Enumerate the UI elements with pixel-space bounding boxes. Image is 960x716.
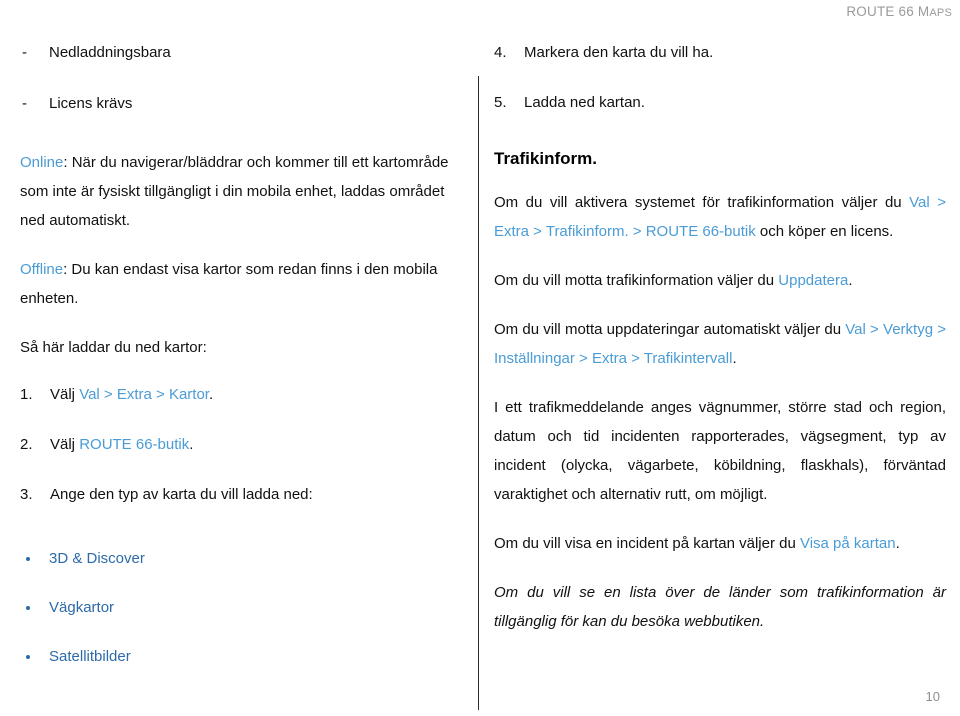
paragraph-suffix: och köper en licens. xyxy=(755,223,894,240)
numbered-list-item: 2. Välj ROUTE 66-butik. xyxy=(20,432,470,458)
section-heading-trafikinform: Trafikinform. xyxy=(494,149,597,168)
paragraph-prefix: Om du vill aktivera systemet för trafiki… xyxy=(494,194,910,211)
bullet-item-vagkartor[interactable]: Vägkartor xyxy=(20,595,470,621)
paragraph-activate-traffic: Om du vill aktivera systemet för trafiki… xyxy=(494,188,946,246)
document-page: ROUTE 66 MAPS - Nedladdningsbara - Licen… xyxy=(0,0,960,716)
paragraph-offline: Offline: Du kan endast visa kartor som r… xyxy=(20,255,470,313)
running-header-maps-initial: M xyxy=(917,4,930,19)
paragraph-show-on-map: Om du vill visa en incident på kartan vä… xyxy=(494,529,946,558)
online-link[interactable]: Online xyxy=(20,154,63,171)
list-item-prefix: Välj xyxy=(50,436,80,453)
list-number: 4. xyxy=(494,44,507,61)
list-number: 1. xyxy=(20,386,33,403)
list-item-prefix: Ange den typ av karta du vill ladda ned: xyxy=(50,486,313,503)
paragraph-prefix: Om du vill visa en incident på kartan vä… xyxy=(494,535,800,552)
running-header: ROUTE 66 MAPS xyxy=(846,4,952,19)
page-number: 10 xyxy=(925,689,940,704)
bullet-item-satellitbilder[interactable]: Satellitbilder xyxy=(20,644,470,670)
list-item-label: Nedladdningsbara xyxy=(49,44,171,61)
paragraph-online: Online: När du navigerar/bläddrar och ko… xyxy=(20,148,470,235)
left-column: - Nedladdningsbara - Licens krävs Online… xyxy=(20,40,470,693)
bullet-item-label: 3D & Discover xyxy=(49,550,145,567)
download-intro: Så här laddar du ned kartor: xyxy=(20,339,207,356)
running-header-maps-rest: APS xyxy=(929,7,952,19)
menu-path-link[interactable]: Val > Extra > Kartor xyxy=(79,386,209,403)
uppdatera-link[interactable]: Uppdatera xyxy=(778,272,848,289)
list-item-label: Markera den karta du vill ha. xyxy=(524,44,714,61)
bullet-dot-icon xyxy=(26,606,30,610)
list-item-suffix: . xyxy=(208,386,214,403)
bullet-item-3d-discover[interactable]: 3D & Discover xyxy=(20,546,470,572)
paragraph-suffix: . xyxy=(895,535,900,552)
numbered-list-item: 1. Välj Val > Extra > Kartor. xyxy=(20,382,470,408)
paragraph-prefix: Om du vill motta uppdateringar automatis… xyxy=(494,321,846,338)
bullet-item-label: Satellitbilder xyxy=(49,648,131,665)
list-item: - Licens krävs xyxy=(20,91,470,117)
paragraph-prefix: Om du vill motta trafikinformation välje… xyxy=(494,272,779,289)
numbered-list-item: 5. Ladda ned kartan. xyxy=(494,90,946,116)
list-number: 2. xyxy=(20,436,33,453)
list-number: 5. xyxy=(494,94,507,111)
paragraph-auto-updates: Om du vill motta uppdateringar automatis… xyxy=(494,315,946,373)
paragraph-suffix: . xyxy=(848,272,853,289)
list-item-prefix: Välj xyxy=(50,386,80,403)
paragraph-online-text: : När du navigerar/bläddrar och kommer t… xyxy=(20,154,449,229)
running-header-brand: ROUTE 66 xyxy=(846,4,918,19)
offline-link[interactable]: Offline xyxy=(20,261,63,278)
list-item-suffix: . xyxy=(189,436,194,453)
paragraph-offline-text: : Du kan endast visa kartor som redan fi… xyxy=(20,261,438,307)
column-divider xyxy=(478,76,479,710)
list-item-label: Ladda ned kartan. xyxy=(524,94,645,111)
paragraph-country-list: Om du vill se en lista över de länder so… xyxy=(494,584,946,630)
list-item-label: Licens krävs xyxy=(49,95,133,112)
numbered-list-item: 3. Ange den typ av karta du vill ladda n… xyxy=(20,482,470,508)
list-item: - Nedladdningsbara xyxy=(20,40,470,66)
dash-bullet-icon: - xyxy=(22,95,27,112)
paragraph-suffix: . xyxy=(732,350,737,367)
dash-bullet-icon: - xyxy=(22,44,27,61)
bullet-item-label: Vägkartor xyxy=(49,599,115,616)
list-number: 3. xyxy=(20,486,33,503)
route66-shop-link[interactable]: ROUTE 66-butik xyxy=(79,436,189,453)
visa-pa-kartan-link[interactable]: Visa på kartan xyxy=(800,535,896,552)
bullet-dot-icon xyxy=(26,557,30,561)
numbered-list-item: 4. Markera den karta du vill ha. xyxy=(494,40,946,66)
right-column: 4. Markera den karta du vill ha. 5. Ladd… xyxy=(494,40,946,656)
paragraph-receive-traffic: Om du vill motta trafikinformation välje… xyxy=(494,266,946,295)
paragraph-message-contents: I ett trafikmeddelande anges vägnummer, … xyxy=(494,399,946,503)
bullet-dot-icon xyxy=(26,655,30,659)
